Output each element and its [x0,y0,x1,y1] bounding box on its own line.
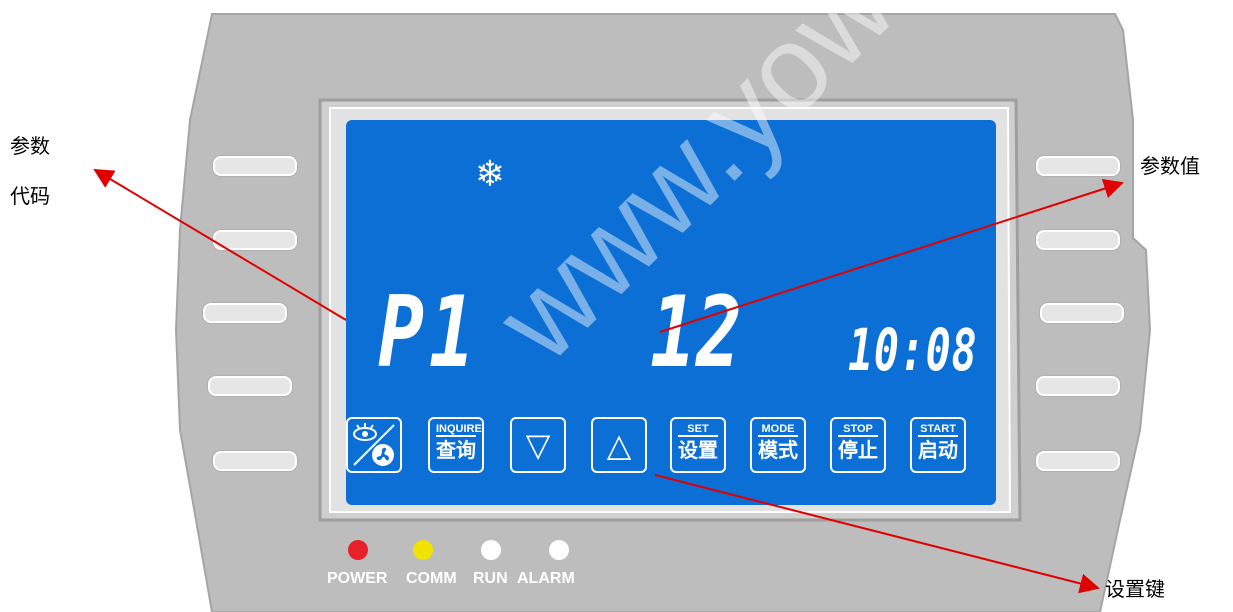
annotation-arrows [93,168,1124,594]
